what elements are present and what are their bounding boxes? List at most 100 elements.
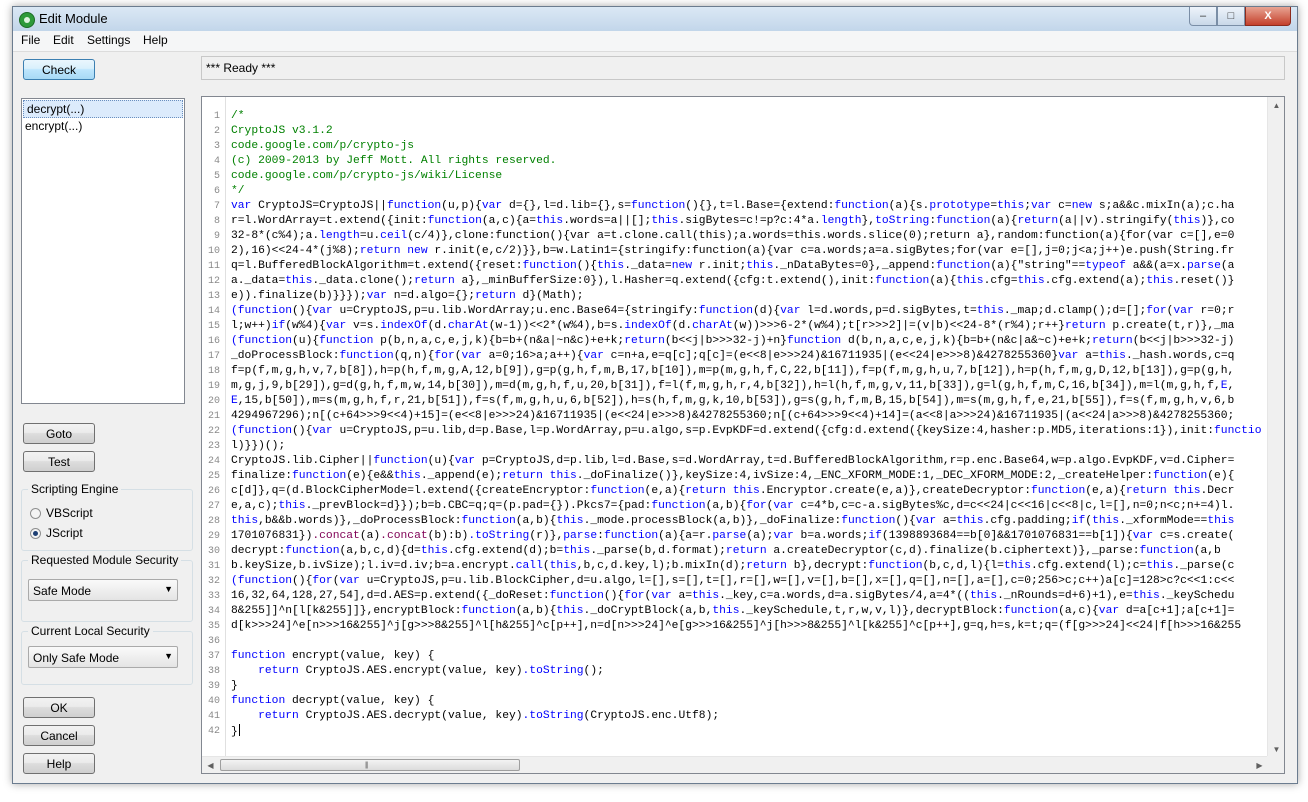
code-line: 30 decrypt:function(a,b,c,d){d=this.cfg.e… xyxy=(202,544,1268,559)
edit-module-window: Edit Module – □ X File Edit Settings Hel… xyxy=(12,6,1298,784)
code-token: var xyxy=(583,350,604,362)
code-token: 8&255]]^n[l[k&255]]},encryptBlock: xyxy=(231,605,462,617)
code-token: ._prevBlock=d}});b=b.CBC=q;q=(p.pad={}).… xyxy=(305,500,652,512)
code-token: function xyxy=(868,560,923,572)
function-item-encrypt[interactable]: encrypt(...) xyxy=(22,118,184,134)
code-token: toString xyxy=(875,215,930,227)
scroll-left-icon[interactable]: ◀ xyxy=(202,757,219,773)
local-security-group: Current Local Security Only Safe Mode ▼ xyxy=(21,624,193,685)
chevron-down-icon: ▼ xyxy=(164,584,173,594)
chevron-down-icon: ▼ xyxy=(164,651,173,661)
code-line: 7 var CryptoJS=CryptoJS||function(u,p){va… xyxy=(202,199,1268,214)
code-token: (function xyxy=(231,575,293,587)
function-list[interactable]: decrypt(...) encrypt(...) xyxy=(21,98,185,404)
vertical-scrollbar[interactable]: ▲ ▼ xyxy=(1267,97,1284,757)
code-token: d[k>>>24]^e[n>>>16&255]^j[g>>>8&255]^l[h… xyxy=(231,620,1242,632)
code-token: b},decrypt: xyxy=(786,560,869,572)
line-number: 12 xyxy=(207,276,220,287)
code-token: (r)}, xyxy=(529,530,564,542)
code-line: 20 E,15,b[50]),m=s(m,g,h,f,r,21,b[51]),f=… xyxy=(202,394,1268,409)
requested-security-title: Requested Module Security xyxy=(28,553,182,567)
radio-vbscript[interactable]: VBScript xyxy=(30,506,93,520)
line-text: l;w++)if(w%4){var v=s.indexOf(d.charAt(w… xyxy=(231,319,1268,334)
radio-jscript-indicator[interactable] xyxy=(30,527,41,539)
code-token: (q,n){ xyxy=(393,350,435,362)
menu-help[interactable]: Help xyxy=(141,33,170,47)
code-token: b.keySize,b.ivSize);l.iv=d.iv;b=a.encryp… xyxy=(231,560,516,572)
line-number: 8 xyxy=(213,216,220,227)
code-token: (a){s. xyxy=(888,200,930,212)
horizontal-scrollbar[interactable]: ◀ ||| ▶ xyxy=(202,756,1268,773)
function-item-decrypt[interactable]: decrypt(...) xyxy=(23,100,183,118)
code-line: 14 (function(){var u=CryptoJS,p=u.lib.Wor… xyxy=(202,304,1268,319)
line-number: 3 xyxy=(213,141,220,152)
scroll-up-icon[interactable]: ▲ xyxy=(1268,97,1284,113)
line-number: 29 xyxy=(207,531,220,542)
line-number: 5 xyxy=(213,171,220,182)
maximize-button[interactable]: □ xyxy=(1217,7,1245,26)
code-token: ,15,b[50]),m=s(m,g,h,f,r,21,b[51]),f=s(f… xyxy=(237,395,1235,407)
code-token: function xyxy=(590,485,645,497)
code-token: var xyxy=(481,200,503,212)
code-token: d=a[c+1];a[c+1]= xyxy=(1119,605,1235,617)
code-token: var xyxy=(1132,530,1154,542)
code-area[interactable]: 1 /* 2 CryptoJS v3.1.2 3 code.google.com/p/cr… xyxy=(202,97,1268,757)
code-token: m,g,j,9,b[29]),g=d(g,h,f,m,w,14,b[30]),m… xyxy=(231,380,1221,392)
code-token: return xyxy=(1125,485,1167,497)
scroll-down-icon[interactable]: ▼ xyxy=(1268,741,1284,757)
local-security-title: Current Local Security xyxy=(28,624,153,638)
horizontal-scroll-thumb[interactable]: ||| xyxy=(220,759,520,771)
code-token: function xyxy=(386,200,442,212)
code-token: r=l.WordArray=t.extend({init: xyxy=(231,215,428,227)
code-line: 19 m,g,j,9,b[29]),g=d(g,h,f,m,w,14,b[30])… xyxy=(202,379,1268,394)
menu-file[interactable]: File xyxy=(19,33,42,47)
menu-settings[interactable]: Settings xyxy=(85,33,132,47)
code-line: 31 b.keySize,b.ivSize);l.iv=d.iv;b=a.encr… xyxy=(202,559,1268,574)
scroll-right-icon[interactable]: ▶ xyxy=(1251,757,1268,773)
line-text: CryptoJS v3.1.2 xyxy=(231,124,1268,139)
code-token: function xyxy=(631,200,686,212)
code-token: var xyxy=(1173,305,1194,317)
code-token: ( xyxy=(454,350,462,362)
line-text: 16,32,64,128,27,54],d=d.AES=p.extend({_d… xyxy=(231,589,1268,604)
test-button[interactable]: Test xyxy=(23,451,95,472)
goto-button[interactable]: Goto xyxy=(23,423,95,444)
line-text: E,15,b[50]),m=s(m,g,h,f,r,21,b[51]),f=s(… xyxy=(231,394,1268,409)
line-text: 4294967296);n[(c+64>>>9<<4)+15]=(e<<8|e>… xyxy=(231,409,1268,424)
line-number: 31 xyxy=(207,561,220,572)
code-token: length xyxy=(319,230,360,242)
code-token: function xyxy=(1031,485,1086,497)
code-token: var xyxy=(773,500,794,512)
code-token: this xyxy=(1092,515,1120,527)
code-token: (function xyxy=(231,335,293,347)
code-token: this xyxy=(997,200,1025,212)
code-token: c[d]},q=(d.BlockCipherMode=l.extend({cre… xyxy=(231,485,591,497)
close-button[interactable]: X xyxy=(1245,7,1291,26)
ok-button[interactable]: OK xyxy=(23,697,95,718)
code-token: function xyxy=(875,275,930,287)
code-token: 4294967296);n[(c+64>>>9<<4)+15]=(e<<8|e>… xyxy=(231,410,1235,422)
code-token: .cfg= xyxy=(983,275,1018,287)
code-token: function xyxy=(1139,545,1194,557)
check-button[interactable]: Check xyxy=(23,59,95,80)
code-editor[interactable]: 1 /* 2 CryptoJS v3.1.2 3 code.google.com/p/cr… xyxy=(201,96,1285,774)
code-token: this xyxy=(556,605,584,617)
code-token: } xyxy=(231,726,238,738)
local-security-select[interactable]: Only Safe Mode ▼ xyxy=(28,646,178,668)
code-token: new xyxy=(1071,200,1093,212)
minimize-button[interactable]: – xyxy=(1189,7,1217,26)
requested-security-select[interactable]: Safe Mode ▼ xyxy=(28,579,178,601)
code-token: .reset()} xyxy=(1173,275,1235,287)
help-button[interactable]: Help xyxy=(23,753,95,774)
code-token: .concat xyxy=(312,530,360,542)
cancel-button[interactable]: Cancel xyxy=(23,725,95,746)
menu-edit[interactable]: Edit xyxy=(51,33,76,47)
radio-jscript[interactable]: JScript xyxy=(30,526,83,540)
code-token: a= xyxy=(671,590,693,602)
radio-vbscript-indicator[interactable] xyxy=(30,507,41,519)
code-token: function xyxy=(231,650,286,662)
code-token: this xyxy=(692,590,720,602)
line-text: this,b&&b.words)},_doProcessBlock:functi… xyxy=(231,514,1268,529)
code-token: ._data= xyxy=(624,260,672,272)
code-token: this xyxy=(1146,560,1174,572)
